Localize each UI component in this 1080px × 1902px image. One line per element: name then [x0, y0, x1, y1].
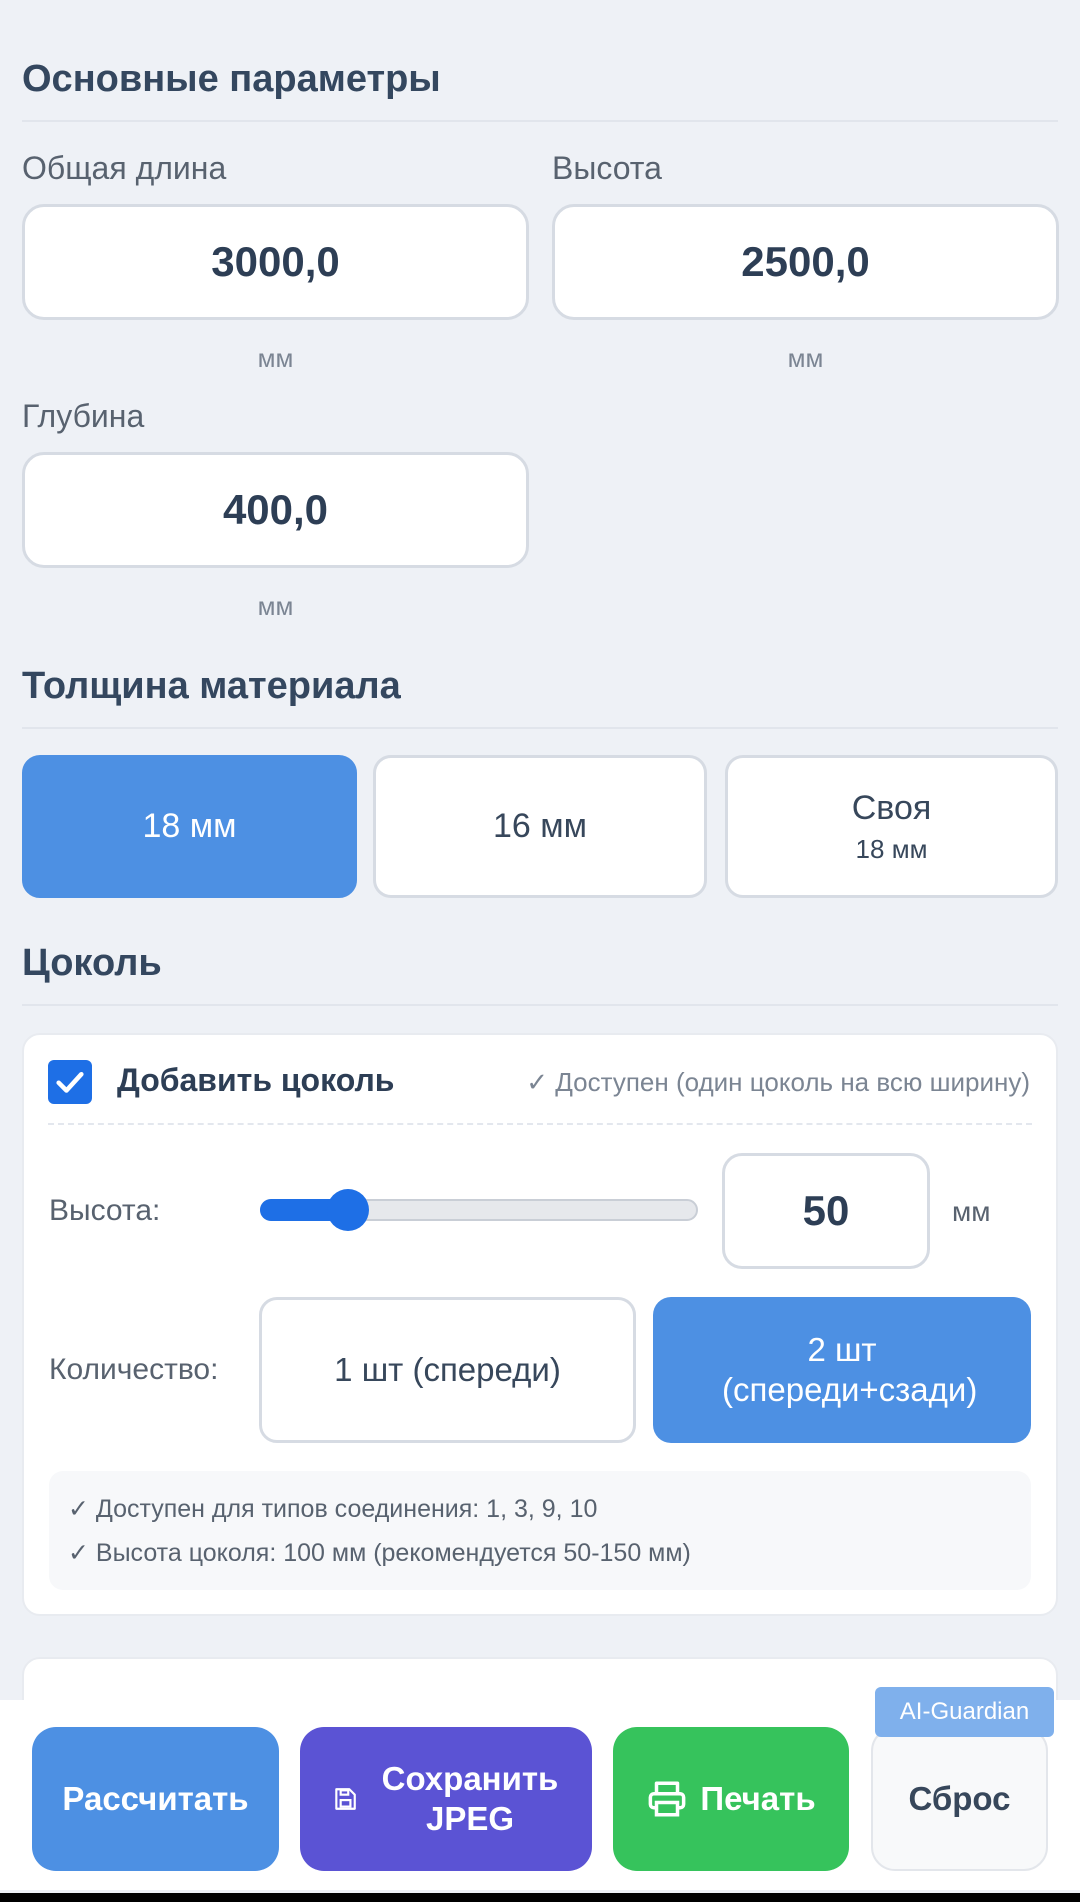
floppy-disk-icon	[335, 1788, 356, 1810]
qty-option-front-back[interactable]: 2 шт (спереди+сзади)	[653, 1297, 1031, 1443]
reset-label: Сброс	[908, 1780, 1011, 1817]
qty-option-front[interactable]: 1 шт (спереди)	[259, 1297, 636, 1443]
thickness-option-label: Своя	[851, 788, 932, 827]
system-nav-strip	[0, 1893, 1080, 1902]
plinth-height-input[interactable]: 50	[722, 1153, 930, 1269]
plinth-info-line: ✓ Доступен для типов соединения: 1, 3, 9…	[68, 1495, 598, 1523]
qty-option-label: 1 шт (спереди)	[334, 1351, 561, 1388]
thickness-option-sub: 18 мм	[855, 833, 928, 864]
depth-input[interactable]: 400,0	[22, 452, 529, 568]
qty-option-label: 2 шт (спереди+сзади)	[722, 1331, 978, 1408]
length-label: Общая длина	[22, 150, 227, 186]
plinth-height-label: Высота:	[49, 1194, 161, 1227]
reset-button[interactable]: Сброс	[871, 1727, 1048, 1871]
add-plinth-checkbox[interactable]	[48, 1060, 92, 1104]
dashed-divider	[48, 1123, 1032, 1125]
divider	[22, 120, 1058, 122]
depth-label: Глубина	[22, 398, 145, 434]
length-input[interactable]: 3000,0	[22, 204, 529, 320]
section-title-thickness: Толщина материала	[22, 665, 401, 707]
ai-guardian-badge[interactable]: AI-Guardian	[875, 1687, 1054, 1737]
thickness-option-16[interactable]: 16 мм	[373, 755, 707, 898]
add-plinth-label[interactable]: Добавить цоколь	[117, 1062, 394, 1099]
thickness-option-custom[interactable]: Своя 18 мм	[725, 755, 1058, 898]
thickness-option-label: 16 мм	[492, 807, 587, 845]
print-button[interactable]: Печать	[613, 1727, 849, 1871]
thickness-option-label: 18 мм	[142, 807, 237, 845]
save-jpeg-label: Сохранить JPEG	[381, 1760, 559, 1837]
depth-unit: мм	[257, 591, 294, 621]
section-title-main: Основные параметры	[22, 58, 441, 100]
height-label: Высота	[552, 150, 662, 186]
thickness-option-18[interactable]: 18 мм	[22, 755, 357, 898]
calculate-button[interactable]: Рассчитать	[32, 1727, 279, 1871]
plinth-qty-label: Количество:	[49, 1353, 219, 1386]
length-unit: мм	[257, 343, 294, 373]
slider-thumb[interactable]	[326, 1189, 369, 1231]
height-input[interactable]: 2500,0	[552, 204, 1059, 320]
check-icon	[56, 1071, 84, 1093]
divider	[22, 1004, 1058, 1006]
plinth-availability-text: ✓ Доступен (один цоколь на всю ширину)	[526, 1067, 1030, 1097]
height-unit: мм	[787, 343, 824, 373]
divider	[22, 727, 1058, 729]
plinth-info-line: ✓ Высота цоколя: 100 мм (рекомендуется 5…	[68, 1539, 691, 1567]
print-label: Печать	[700, 1780, 816, 1817]
plinth-height-unit: мм	[952, 1196, 991, 1227]
calculate-label: Рассчитать	[62, 1780, 249, 1817]
save-jpeg-button[interactable]: Сохранить JPEG	[300, 1727, 592, 1871]
plinth-info-box	[49, 1471, 1031, 1590]
section-title-plinth: Цоколь	[22, 942, 162, 984]
printer-icon	[649, 1781, 686, 1817]
